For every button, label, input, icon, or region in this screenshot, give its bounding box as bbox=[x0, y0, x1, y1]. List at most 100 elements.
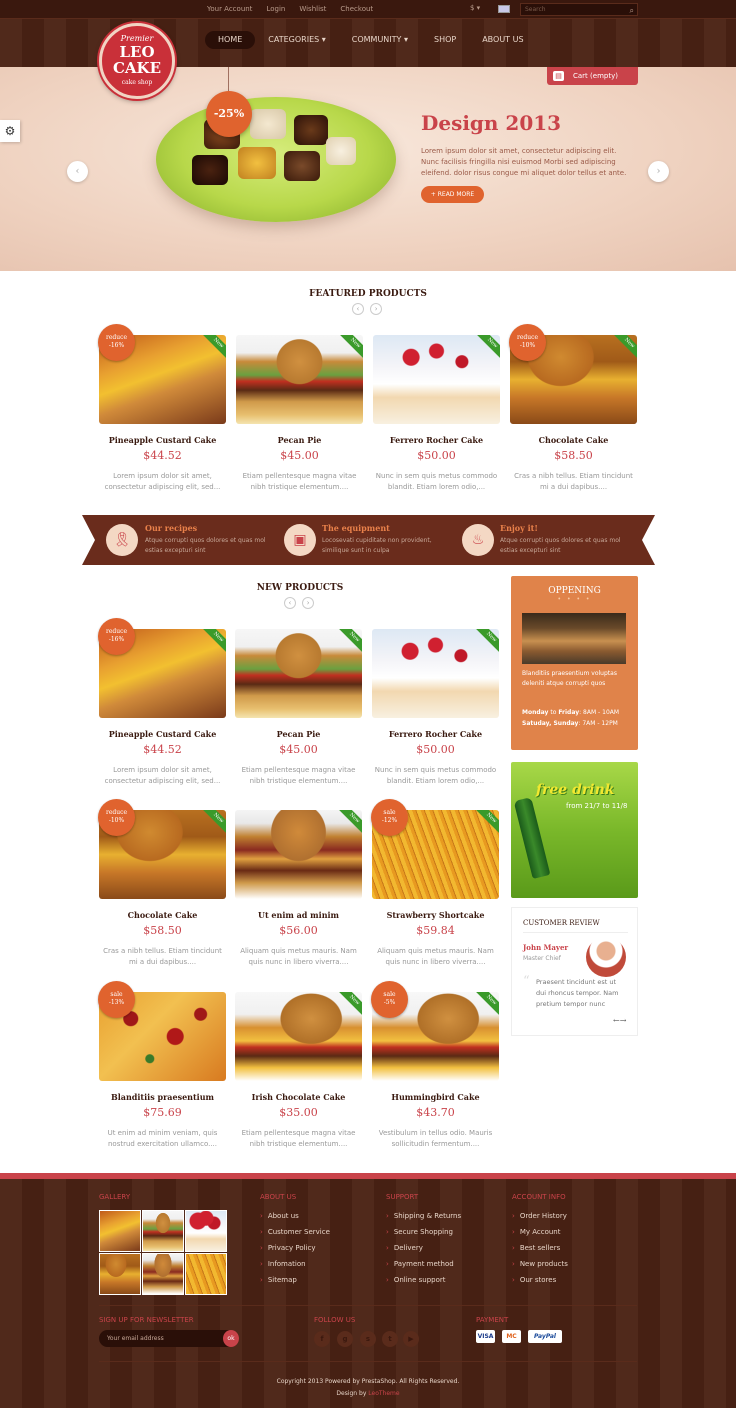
gallery-thumb[interactable] bbox=[185, 1210, 227, 1252]
currency-selector[interactable]: $ ▾ bbox=[470, 4, 480, 12]
your-account-link[interactable]: Your Account bbox=[200, 0, 259, 19]
search-icon[interactable]: ⌕ bbox=[630, 5, 634, 16]
slider-prev-chevron-left-icon[interactable]: ‹ bbox=[67, 161, 88, 182]
new-prev-arrow-icon[interactable]: ‹ bbox=[284, 597, 296, 609]
product-card[interactable]: New Ferrero Rocher Cake $50.00 Nunc in s… bbox=[372, 629, 499, 787]
featured-next-arrow-icon[interactable]: › bbox=[370, 303, 382, 315]
gallery-thumb[interactable] bbox=[142, 1253, 184, 1295]
twitter-icon[interactable]: t bbox=[382, 1331, 398, 1347]
gallery-title: GALLERY bbox=[99, 1193, 131, 1201]
wishlist-link[interactable]: Wishlist bbox=[292, 0, 333, 19]
free-drink-title: free drink bbox=[536, 782, 615, 798]
footer-link[interactable]: Customer Service bbox=[260, 1224, 330, 1240]
youtube-icon[interactable]: ▶ bbox=[403, 1331, 419, 1347]
logo[interactable]: Premier LEO CAKE cake shop bbox=[99, 23, 175, 99]
product-card[interactable]: New Ut enim ad minim $56.00 Aliquam quis… bbox=[235, 810, 362, 968]
gallery-thumb[interactable] bbox=[99, 1253, 141, 1295]
footer-link[interactable]: Online support bbox=[386, 1272, 461, 1288]
reviewer-name: John Mayer bbox=[523, 943, 569, 952]
read-more-button[interactable]: + READ MORE bbox=[421, 186, 484, 203]
footer-link[interactable]: My Account bbox=[512, 1224, 568, 1240]
review-title: CUSTOMER REVIEW bbox=[523, 919, 600, 927]
nav-about-us[interactable]: ABOUT US bbox=[469, 31, 536, 49]
free-drink-dates: from 21/7 to 11/8 bbox=[566, 802, 628, 810]
product-card[interactable]: New Pecan Pie $45.00 Etiam pellentesque … bbox=[236, 335, 363, 493]
footer-link[interactable]: Payment method bbox=[386, 1256, 461, 1272]
settings-gear-icon[interactable]: ⚙ bbox=[0, 120, 20, 142]
product-image[interactable]: New bbox=[235, 810, 362, 899]
product-name[interactable]: Strawberry Shortcake bbox=[372, 910, 499, 920]
follow-us-title: FOLLOW US bbox=[314, 1316, 356, 1324]
featured-products-title: FEATURED PRODUCTS bbox=[309, 289, 427, 299]
product-image[interactable]: New bbox=[235, 992, 362, 1081]
google-plus-icon[interactable]: g bbox=[337, 1331, 353, 1347]
gallery-thumb[interactable] bbox=[185, 1253, 227, 1295]
footer-link[interactable]: Delivery bbox=[386, 1240, 461, 1256]
review-text: Praesent tincidunt est ut dui rhoncus te… bbox=[536, 978, 619, 1008]
featured-prev-arrow-icon[interactable]: ‹ bbox=[352, 303, 364, 315]
footer-link[interactable]: Shipping & Returns bbox=[386, 1208, 461, 1224]
product-price: $45.00 bbox=[280, 449, 319, 462]
facebook-icon[interactable]: f bbox=[314, 1331, 330, 1347]
product-card[interactable]: sale -12% New Strawberry Shortcake $59.84… bbox=[371, 799, 499, 968]
product-image[interactable]: New bbox=[236, 335, 363, 424]
checkout-link[interactable]: Checkout bbox=[333, 0, 380, 19]
product-image[interactable]: New bbox=[235, 629, 362, 718]
footer-link[interactable]: Privacy Policy bbox=[260, 1240, 330, 1256]
footer-link[interactable]: New products bbox=[512, 1256, 568, 1272]
product-card[interactable]: New Pecan Pie $45.00 Etiam pellentesque … bbox=[235, 629, 362, 787]
footer-link[interactable]: Order History bbox=[512, 1208, 568, 1224]
product-image[interactable]: New bbox=[372, 629, 499, 718]
nav-shop[interactable]: SHOP bbox=[421, 31, 469, 49]
product-card[interactable]: reduce -10% New Chocolate Cake $58.50 Cra… bbox=[509, 324, 637, 493]
footer-link[interactable]: Best sellers bbox=[512, 1240, 568, 1256]
footer-link[interactable]: Infomation bbox=[260, 1256, 330, 1272]
footer-link[interactable]: Our stores bbox=[512, 1272, 568, 1288]
nav-categories[interactable]: CATEGORIES ▾ bbox=[255, 31, 338, 49]
free-drink-banner[interactable]: free drink from 21/7 to 11/8 bbox=[511, 762, 638, 898]
newsletter-email-input[interactable]: Your email address ok bbox=[99, 1330, 239, 1347]
product-card[interactable]: New Irish Chocolate Cake $35.00 Etiam pe… bbox=[235, 992, 362, 1150]
product-name[interactable]: Ferrero Rocher Cake bbox=[373, 435, 500, 445]
language-flag-icon[interactable] bbox=[498, 5, 510, 13]
product-name[interactable]: Pineapple Custard Cake bbox=[99, 729, 226, 739]
newsletter-submit-button[interactable]: ok bbox=[223, 1330, 239, 1347]
product-card[interactable]: sale -13% Blanditiis praesentium $75.69 U… bbox=[98, 981, 226, 1150]
product-card[interactable]: reduce -16% New Pineapple Custard Cake $4… bbox=[98, 618, 226, 787]
new-next-arrow-icon[interactable]: › bbox=[302, 597, 314, 609]
nav-home[interactable]: HOME bbox=[205, 31, 256, 49]
mastercard-icon: MC bbox=[502, 1330, 521, 1343]
review-nav-arrows-icon[interactable]: ←→ bbox=[613, 1016, 626, 1025]
discount-circle: sale -5% bbox=[371, 981, 408, 1018]
nav-community[interactable]: COMMUNITY ▾ bbox=[339, 31, 421, 49]
product-name[interactable]: Hummingbird Cake bbox=[372, 1092, 499, 1102]
product-name[interactable]: Chocolate Cake bbox=[510, 435, 637, 445]
product-card[interactable]: sale -5% New Hummingbird Cake $43.70 Vest… bbox=[371, 981, 499, 1150]
footer-link[interactable]: Secure Shopping bbox=[386, 1224, 461, 1240]
product-name[interactable]: Irish Chocolate Cake bbox=[235, 1092, 362, 1102]
product-card[interactable]: reduce -16% New Pineapple Custard Cake $4… bbox=[98, 324, 226, 493]
product-card[interactable]: New Ferrero Rocher Cake $50.00 Nunc in s… bbox=[373, 335, 500, 493]
product-name[interactable]: Pecan Pie bbox=[236, 435, 363, 445]
search-input[interactable]: Search ⌕ bbox=[520, 3, 638, 16]
designer-link[interactable]: LeoTheme bbox=[368, 1390, 399, 1397]
gallery-thumb[interactable] bbox=[99, 1210, 141, 1252]
product-desc: Cras a nibh tellus. Etiam tincidunt mi a… bbox=[514, 472, 633, 491]
gallery-thumb[interactable] bbox=[142, 1210, 184, 1252]
product-image[interactable]: New bbox=[373, 335, 500, 424]
product-name[interactable]: Pineapple Custard Cake bbox=[99, 435, 226, 445]
product-card[interactable]: reduce -10% New Chocolate Cake $58.50 Cra… bbox=[98, 799, 226, 968]
skype-icon[interactable]: s bbox=[360, 1331, 376, 1347]
footer-link[interactable]: About us bbox=[260, 1208, 330, 1224]
restaurant-image bbox=[522, 613, 626, 664]
product-name[interactable]: Chocolate Cake bbox=[99, 910, 226, 920]
product-name[interactable]: Ferrero Rocher Cake bbox=[372, 729, 499, 739]
product-name[interactable]: Pecan Pie bbox=[235, 729, 362, 739]
footer-link[interactable]: Sitemap bbox=[260, 1272, 330, 1288]
product-name[interactable]: Blanditiis praesentium bbox=[99, 1092, 226, 1102]
product-price: $45.00 bbox=[279, 743, 318, 756]
login-link[interactable]: Login bbox=[259, 0, 292, 19]
product-name[interactable]: Ut enim ad minim bbox=[235, 910, 362, 920]
cart-button[interactable]: ▤ Cart (empty) bbox=[547, 67, 638, 85]
slider-next-chevron-right-icon[interactable]: › bbox=[648, 161, 669, 182]
